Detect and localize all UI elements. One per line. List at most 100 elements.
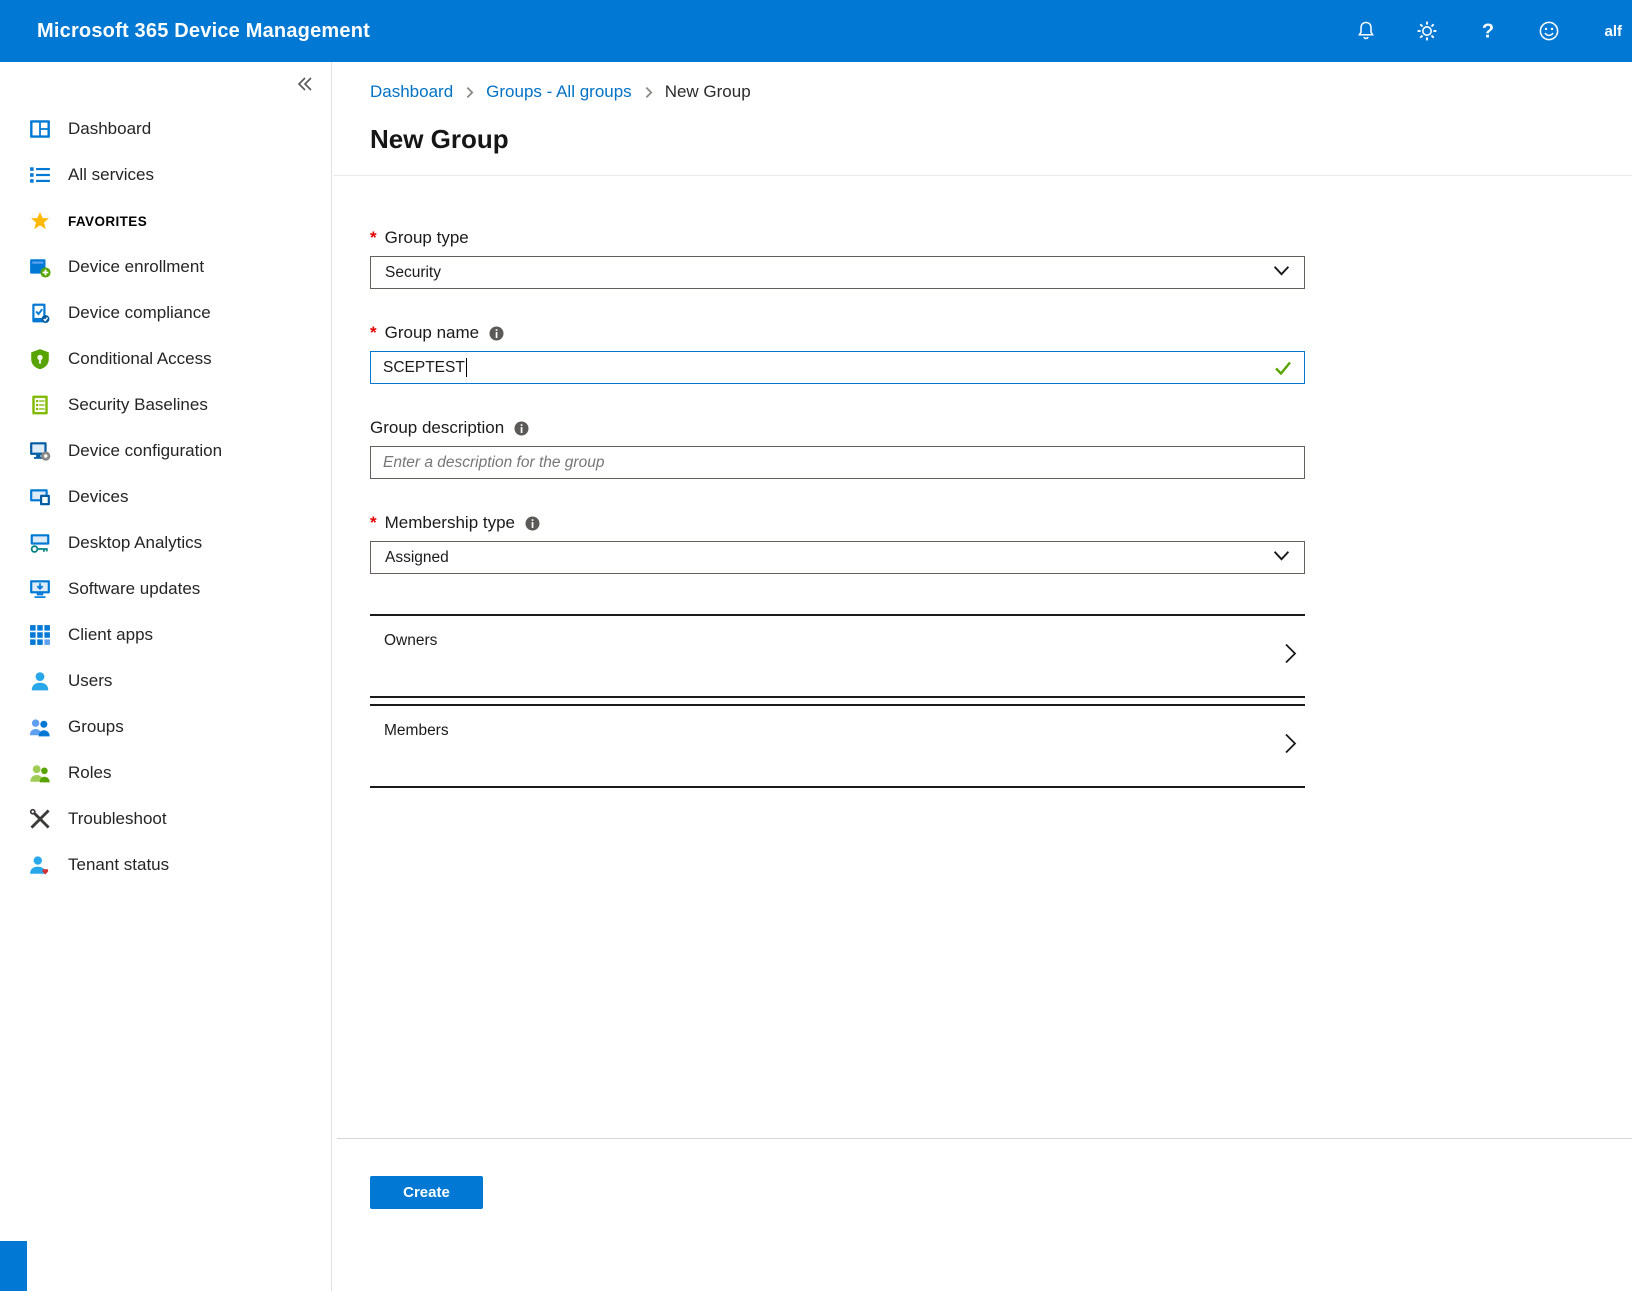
sidebar-item-label: Device configuration xyxy=(68,441,222,461)
sidebar-item-security-baselines[interactable]: Security Baselines xyxy=(0,382,331,428)
troubleshoot-icon xyxy=(28,807,52,831)
sidebar-item-label: Groups xyxy=(68,717,124,737)
roles-icon xyxy=(28,761,52,785)
sidebar-item-label: All services xyxy=(68,165,154,185)
sidebar-item-label: Tenant status xyxy=(68,855,169,875)
chevron-right-icon xyxy=(1284,643,1297,670)
info-icon[interactable] xyxy=(489,326,504,341)
chevron-down-icon xyxy=(1273,264,1290,282)
breadcrumb-dashboard[interactable]: Dashboard xyxy=(370,82,453,102)
sidebar-item-label: Device compliance xyxy=(68,303,211,323)
sidebar: Dashboard All services FAVORITES Device … xyxy=(0,62,332,1291)
sidebar-item-label: Users xyxy=(68,671,112,691)
owners-picker[interactable]: Owners xyxy=(370,614,1305,698)
breadcrumb-groups-all-groups[interactable]: Groups - All groups xyxy=(486,82,632,102)
device-configuration-icon xyxy=(28,439,52,463)
text-cursor xyxy=(466,358,467,377)
group-description-label: Group description xyxy=(370,418,1308,438)
membership-type-value: Assigned xyxy=(385,549,449,567)
sidebar-item-label: Software updates xyxy=(68,579,200,599)
new-group-form: * Group type Security * Group name SCEPT… xyxy=(333,176,1308,788)
sidebar-item-label: Conditional Access xyxy=(68,349,212,369)
sidebar-item-device-enrollment[interactable]: Device enrollment xyxy=(0,244,331,290)
group-description-input[interactable] xyxy=(370,446,1305,479)
sidebar-item-conditional-access[interactable]: Conditional Access xyxy=(0,336,331,382)
users-icon xyxy=(28,669,52,693)
app-title: Microsoft 365 Device Management xyxy=(37,20,370,43)
bottom-left-accent xyxy=(0,1241,27,1291)
info-icon[interactable] xyxy=(525,516,540,531)
create-button[interactable]: Create xyxy=(370,1176,483,1209)
chevron-right-icon xyxy=(464,86,475,99)
sidebar-item-label: Device enrollment xyxy=(68,257,204,277)
group-type-value: Security xyxy=(385,264,441,282)
required-marker: * xyxy=(370,513,377,533)
chevron-right-icon xyxy=(1284,733,1297,760)
feedback-smiley-icon[interactable] xyxy=(1537,19,1561,43)
sidebar-item-label: Security Baselines xyxy=(68,395,208,415)
sidebar-item-troubleshoot[interactable]: Troubleshoot xyxy=(0,796,331,842)
conditional-access-icon xyxy=(28,347,52,371)
sidebar-item-all-services[interactable]: All services xyxy=(0,152,331,198)
members-label: Members xyxy=(384,722,449,739)
favorites-section-header: FAVORITES xyxy=(0,198,331,244)
group-name-input[interactable]: SCEPTEST xyxy=(370,351,1305,384)
chevron-right-icon xyxy=(643,86,654,99)
devices-icon xyxy=(28,485,52,509)
owners-label: Owners xyxy=(384,632,437,649)
settings-gear-icon[interactable] xyxy=(1415,19,1439,43)
group-type-select[interactable]: Security xyxy=(370,256,1305,289)
desktop-analytics-icon xyxy=(28,531,52,555)
sidebar-item-software-updates[interactable]: Software updates xyxy=(0,566,331,612)
required-marker: * xyxy=(370,323,377,343)
sidebar-item-label: Dashboard xyxy=(68,119,151,139)
sidebar-item-roles[interactable]: Roles xyxy=(0,750,331,796)
required-marker: * xyxy=(370,228,377,248)
valid-check-icon xyxy=(1274,360,1292,376)
group-name-value: SCEPTEST xyxy=(383,359,465,377)
sidebar-item-groups[interactable]: Groups xyxy=(0,704,331,750)
help-icon[interactable]: ? xyxy=(1476,19,1500,43)
account-name[interactable]: alf xyxy=(1604,23,1622,40)
sidebar-item-label: Roles xyxy=(68,763,111,783)
sidebar-item-label: Troubleshoot xyxy=(68,809,167,829)
group-type-label: * Group type xyxy=(370,228,1308,248)
sidebar-item-tenant-status[interactable]: Tenant status xyxy=(0,842,331,888)
svg-text:?: ? xyxy=(1482,21,1494,43)
client-apps-icon xyxy=(28,623,52,647)
sidebar-item-label: Devices xyxy=(68,487,128,507)
sidebar-item-dashboard[interactable]: Dashboard xyxy=(0,106,331,152)
sidebar-item-device-configuration[interactable]: Device configuration xyxy=(0,428,331,474)
notifications-bell-icon[interactable] xyxy=(1354,19,1378,43)
collapse-sidebar-icon[interactable] xyxy=(293,72,317,96)
dashboard-icon xyxy=(28,117,52,141)
sidebar-item-users[interactable]: Users xyxy=(0,658,331,704)
membership-type-label: * Membership type xyxy=(370,513,1308,533)
software-updates-icon xyxy=(28,577,52,601)
device-compliance-icon xyxy=(28,301,52,325)
all-services-icon xyxy=(28,163,52,187)
groups-icon xyxy=(28,715,52,739)
membership-type-select[interactable]: Assigned xyxy=(370,541,1305,574)
breadcrumb-current: New Group xyxy=(665,82,751,102)
sidebar-item-desktop-analytics[interactable]: Desktop Analytics xyxy=(0,520,331,566)
favorites-header-label: FAVORITES xyxy=(68,214,147,229)
sidebar-item-label: Desktop Analytics xyxy=(68,533,202,553)
breadcrumb: Dashboard Groups - All groups New Group xyxy=(333,62,1632,102)
security-baselines-icon xyxy=(28,393,52,417)
top-bar: Microsoft 365 Device Management ? alf xyxy=(0,0,1632,62)
star-icon xyxy=(28,209,52,233)
page-title: New Group xyxy=(370,124,1632,155)
sidebar-item-device-compliance[interactable]: Device compliance xyxy=(0,290,331,336)
footer-divider xyxy=(337,1138,1632,1139)
members-picker[interactable]: Members xyxy=(370,704,1305,788)
device-enrollment-icon xyxy=(28,255,52,279)
info-icon[interactable] xyxy=(514,421,529,436)
group-name-label: * Group name xyxy=(370,323,1308,343)
sidebar-item-label: Client apps xyxy=(68,625,153,645)
main-content: Dashboard Groups - All groups New Group … xyxy=(333,62,1632,1291)
sidebar-item-devices[interactable]: Devices xyxy=(0,474,331,520)
tenant-status-icon xyxy=(28,853,52,877)
sidebar-item-client-apps[interactable]: Client apps xyxy=(0,612,331,658)
chevron-down-icon xyxy=(1273,549,1290,567)
